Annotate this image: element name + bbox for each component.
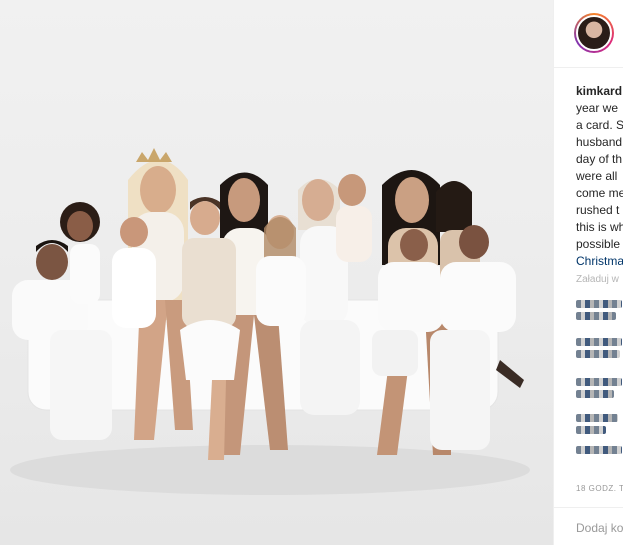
comment-item <box>576 442 623 464</box>
caption-hashtag[interactable]: Christma <box>576 253 623 270</box>
panel-divider <box>554 507 623 508</box>
comment-item <box>576 412 623 434</box>
caption-line: were all <box>576 169 618 183</box>
caption-username[interactable]: kimkard <box>576 83 623 100</box>
post-side-panel: kimkard year we a card. S husband day of… <box>553 0 623 545</box>
caption-line: year we <box>576 101 619 115</box>
post-photo[interactable] <box>0 0 553 545</box>
comment-text-blur <box>576 390 614 398</box>
comment-username-blur <box>576 338 622 346</box>
comment-username-blur <box>576 446 622 454</box>
caption-line: rushed t <box>576 203 620 217</box>
comment-username-blur <box>576 300 622 308</box>
comment-item <box>576 336 623 358</box>
post-caption: kimkard year we a card. S husband day of… <box>576 83 623 270</box>
post-timestamp[interactable]: 18 GODZ. T <box>576 484 623 493</box>
comment-username-blur <box>576 414 618 422</box>
profile-avatar[interactable] <box>574 13 614 53</box>
caption-line: this is wh <box>576 220 623 234</box>
caption-line: possible <box>576 237 621 251</box>
caption-line: a card. S <box>576 118 623 132</box>
caption-line: day of th <box>576 152 623 166</box>
caption-line: husband <box>576 135 623 149</box>
avatar-photo <box>576 15 612 51</box>
comment-text-blur <box>576 426 606 434</box>
comment-text-blur <box>576 312 616 320</box>
load-more-comments-link[interactable]: Załaduj w <box>576 274 619 285</box>
photo-illustration <box>10 148 530 495</box>
comment-username-blur <box>576 378 622 386</box>
comment-text-blur <box>576 350 620 358</box>
comment-item <box>576 298 623 320</box>
comment-item <box>576 376 623 398</box>
caption-line: come me <box>576 186 623 200</box>
panel-divider <box>554 67 623 68</box>
add-comment-input[interactable]: Dodaj ko <box>576 521 623 535</box>
